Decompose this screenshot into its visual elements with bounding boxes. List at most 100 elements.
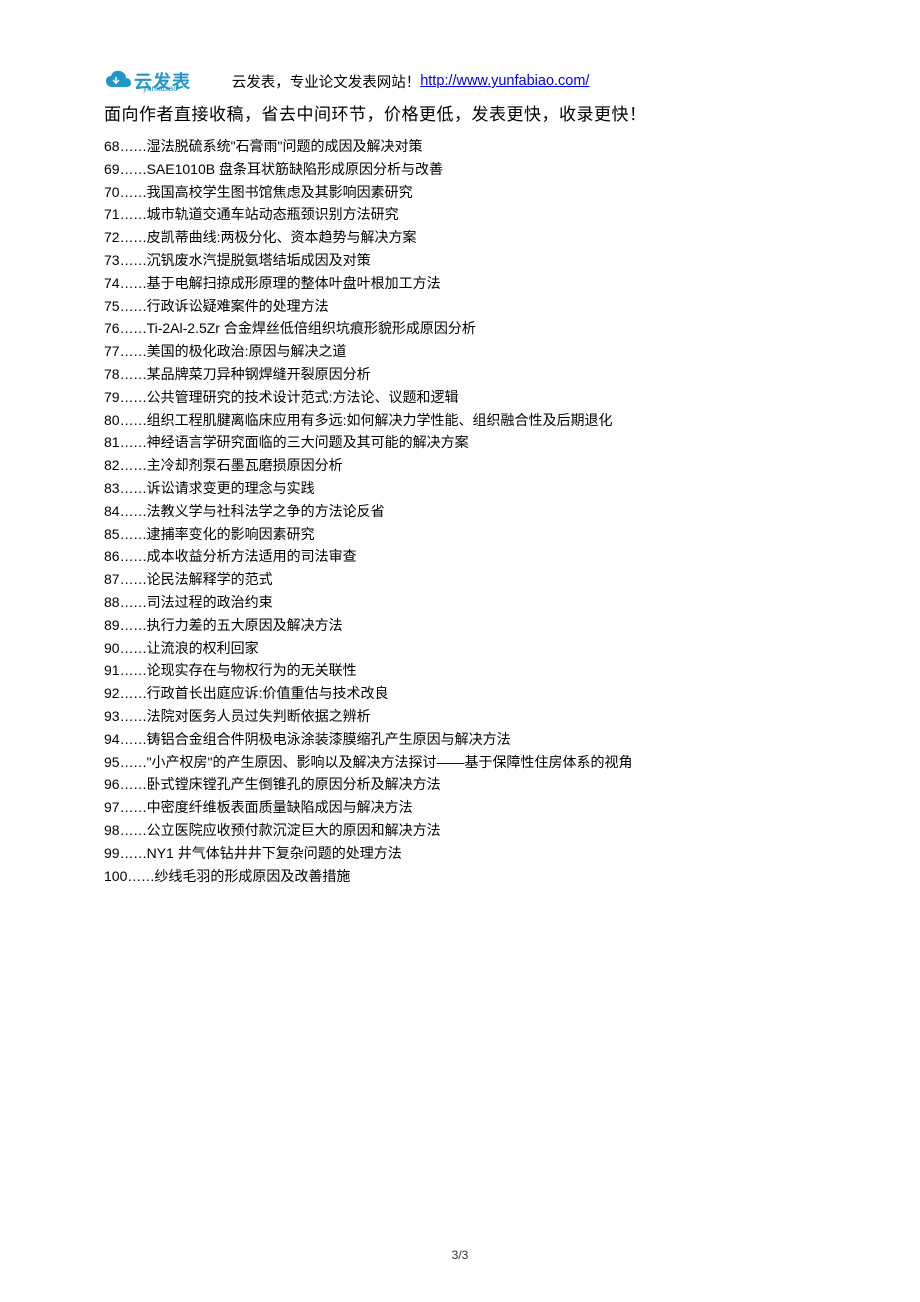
list-item: 82……主冷却剂泵石墨瓦磨损原因分析 [104, 454, 816, 477]
item-title: 沉钒废水汽提脱氨塔结垢成因及对策 [147, 252, 371, 268]
item-separator: …… [120, 662, 147, 678]
list-item: 93……法院对医务人员过失判断依据之辨析 [104, 705, 816, 728]
item-number: 97 [104, 799, 120, 815]
item-title: 组织工程肌腱离临床应用有多远:如何解决力学性能、组织融合性及后期退化 [147, 412, 613, 428]
item-number: 91 [104, 662, 120, 678]
list-item: 75……行政诉讼疑难案件的处理方法 [104, 295, 816, 318]
item-title: 我国高校学生图书馆焦虑及其影响因素研究 [147, 184, 413, 200]
item-title: 皮凯蒂曲线:两极分化、资本趋势与解决方案 [147, 229, 417, 245]
item-number: 84 [104, 503, 120, 519]
list-item: 100……纱线毛羽的形成原因及改善措施 [104, 865, 816, 888]
item-separator: …… [120, 252, 147, 268]
list-item: 97……中密度纤维板表面质量缺陷成因与解决方法 [104, 796, 816, 819]
list-item: 92……行政首长出庭应诉:价值重估与技术改良 [104, 682, 816, 705]
item-separator: …… [120, 594, 147, 610]
item-number: 85 [104, 526, 120, 542]
list-item: 74……基于电解扫掠成形原理的整体叶盘叶根加工方法 [104, 272, 816, 295]
cloud-logo-icon [104, 69, 132, 93]
item-number: 96 [104, 776, 120, 792]
list-item: 83……诉讼请求变更的理念与实践 [104, 477, 816, 500]
item-separator: …… [120, 457, 147, 473]
article-list: 68……湿法脱硫系统"石膏雨"问题的成因及解决对策69……SAE1010B 盘条… [104, 135, 816, 887]
list-item: 96……卧式镗床镗孔产生倒锥孔的原因分析及解决方法 [104, 773, 816, 796]
item-title: 执行力差的五大原因及解决方法 [147, 617, 343, 633]
item-number: 99 [104, 845, 120, 861]
item-title: 法院对医务人员过失判断依据之辨析 [147, 708, 371, 724]
item-separator: …… [120, 685, 147, 701]
list-item: 72……皮凯蒂曲线:两极分化、资本趋势与解决方案 [104, 226, 816, 249]
list-item: 88……司法过程的政治约束 [104, 591, 816, 614]
item-number: 95 [104, 754, 120, 770]
item-title: 论民法解释学的范式 [147, 571, 273, 587]
item-title: "小产权房"的产生原因、影响以及解决方法探讨——基于保障性住房体系的视角 [147, 754, 633, 770]
item-title: 逮捕率变化的影响因素研究 [147, 526, 315, 542]
item-number: 74 [104, 275, 120, 291]
item-title: 城市轨道交通车站动态瓶颈识别方法研究 [147, 206, 399, 222]
item-separator: …… [120, 776, 147, 792]
item-number: 77 [104, 343, 120, 359]
list-item: 76……Ti-2Al-2.5Zr 合金焊丝低倍组织坑痕形貌形成原因分析 [104, 317, 816, 340]
item-title: 行政首长出庭应诉:价值重估与技术改良 [147, 685, 389, 701]
item-number: 90 [104, 640, 120, 656]
item-title: 成本收益分析方法适用的司法审查 [147, 548, 357, 564]
item-number: 73 [104, 252, 120, 268]
item-number: 88 [104, 594, 120, 610]
logo-subtext: yunfabiao [143, 84, 178, 93]
logo-line: 云发表 yunfabiao 云发表，专业论文发表网站！ http://www.y… [104, 68, 816, 94]
list-item: 89……执行力差的五大原因及解决方法 [104, 614, 816, 637]
item-title: 公立医院应收预付款沉淀巨大的原因和解决方法 [147, 822, 441, 838]
header-link[interactable]: http://www.yunfabiao.com/ [420, 73, 589, 89]
item-number: 93 [104, 708, 120, 724]
item-number: 81 [104, 434, 120, 450]
item-number: 82 [104, 457, 120, 473]
item-separator: …… [120, 366, 147, 382]
list-item: 90……让流浪的权利回家 [104, 637, 816, 660]
item-separator: …… [120, 184, 147, 200]
item-number: 78 [104, 366, 120, 382]
item-number: 69 [104, 161, 120, 177]
item-separator: …… [120, 845, 147, 861]
item-title: 基于电解扫掠成形原理的整体叶盘叶根加工方法 [147, 275, 441, 291]
list-item: 77……美国的极化政治:原因与解决之道 [104, 340, 816, 363]
item-number: 71 [104, 206, 120, 222]
item-number: 75 [104, 298, 120, 314]
item-title: 纱线毛羽的形成原因及改善措施 [154, 868, 350, 884]
item-title: 诉讼请求变更的理念与实践 [147, 480, 315, 496]
item-separator: …… [120, 434, 147, 450]
list-item: 73……沉钒废水汽提脱氨塔结垢成因及对策 [104, 249, 816, 272]
item-title: 美国的极化政治:原因与解决之道 [147, 343, 347, 359]
list-item: 69……SAE1010B 盘条耳状筋缺陷形成原因分析与改善 [104, 158, 816, 181]
item-number: 79 [104, 389, 120, 405]
item-separator: …… [120, 320, 147, 336]
item-separator: …… [120, 389, 147, 405]
item-title: 神经语言学研究面临的三大问题及其可能的解决方案 [147, 434, 469, 450]
item-title: 行政诉讼疑难案件的处理方法 [147, 298, 329, 314]
item-title: 某品牌菜刀异种钢焊缝开裂原因分析 [147, 366, 371, 382]
header-tagline: 云发表，专业论文发表网站！ [232, 71, 421, 92]
item-title: 论现实存在与物权行为的无关联性 [147, 662, 357, 678]
item-separator: …… [120, 138, 147, 154]
list-item: 78……某品牌菜刀异种钢焊缝开裂原因分析 [104, 363, 816, 386]
item-separator: …… [120, 275, 147, 291]
list-item: 79……公共管理研究的技术设计范式:方法论、议题和逻辑 [104, 386, 816, 409]
item-separator: …… [120, 571, 147, 587]
list-item: 91……论现实存在与物权行为的无关联性 [104, 659, 816, 682]
item-title: 中密度纤维板表面质量缺陷成因与解决方法 [147, 799, 413, 815]
item-title: 公共管理研究的技术设计范式:方法论、议题和逻辑 [147, 389, 459, 405]
item-number: 76 [104, 320, 120, 336]
item-number: 87 [104, 571, 120, 587]
item-separator: …… [120, 548, 147, 564]
item-number: 80 [104, 412, 120, 428]
list-item: 95……"小产权房"的产生原因、影响以及解决方法探讨——基于保障性住房体系的视角 [104, 751, 816, 774]
list-item: 71……城市轨道交通车站动态瓶颈识别方法研究 [104, 203, 816, 226]
item-title: 湿法脱硫系统"石膏雨"问题的成因及解决对策 [147, 138, 423, 154]
list-item: 68……湿法脱硫系统"石膏雨"问题的成因及解决对策 [104, 135, 816, 158]
item-number: 98 [104, 822, 120, 838]
item-number: 89 [104, 617, 120, 633]
item-title: 让流浪的权利回家 [147, 640, 259, 656]
item-separator: …… [120, 799, 147, 815]
document-header: 云发表 yunfabiao 云发表，专业论文发表网站！ http://www.y… [104, 68, 816, 125]
list-item: 87……论民法解释学的范式 [104, 568, 816, 591]
item-number: 83 [104, 480, 120, 496]
item-separator: …… [120, 708, 147, 724]
